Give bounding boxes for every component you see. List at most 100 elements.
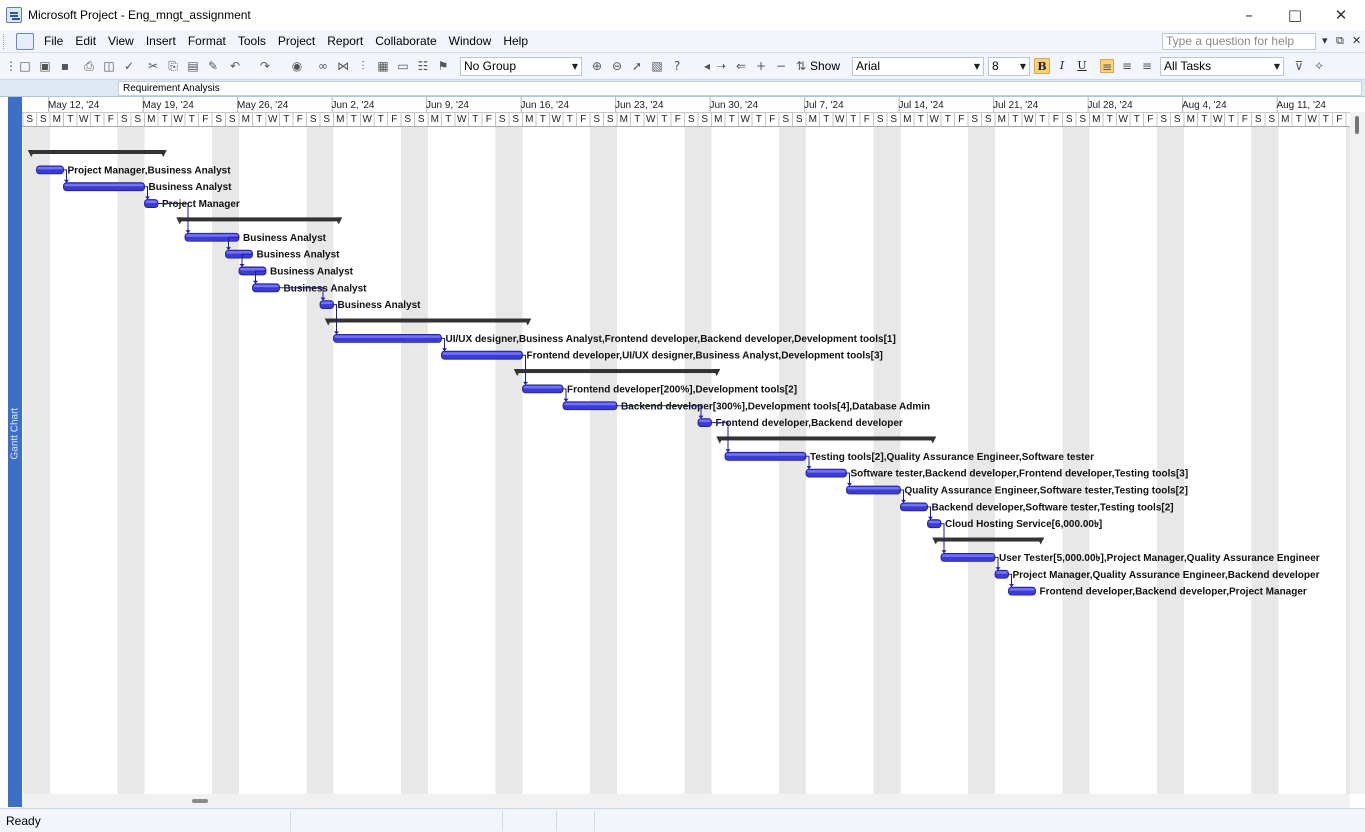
day-letter: M xyxy=(903,114,912,125)
paste-icon[interactable]: ▤ xyxy=(186,59,200,73)
summary-bar xyxy=(934,537,1043,542)
nonworking-day-shade xyxy=(225,127,239,794)
summary-bar xyxy=(515,369,719,374)
menu-help[interactable]: Help xyxy=(497,34,534,48)
copy-picture-icon[interactable]: ▧ xyxy=(650,59,664,73)
open-icon[interactable]: ▣ xyxy=(38,59,52,73)
show-menu[interactable]: Show xyxy=(810,59,840,73)
help-search-input[interactable]: Type a question for help xyxy=(1162,33,1316,50)
day-letter: F xyxy=(485,114,492,125)
print-icon[interactable]: ⎙ xyxy=(82,59,96,73)
split-task-icon[interactable]: ⫶ xyxy=(356,59,370,73)
day-letter: T xyxy=(850,114,857,125)
menu-format[interactable]: Format xyxy=(182,34,232,48)
align-left-icon[interactable]: ≡ xyxy=(1100,59,1114,74)
close-doc-icon[interactable]: ✕ xyxy=(1352,34,1361,47)
task-resource-label: Project Manager xyxy=(162,199,240,210)
group-by-select[interactable]: No Group ▼ xyxy=(460,57,582,76)
day-letter: F xyxy=(202,114,209,125)
redo-icon[interactable]: ↷ xyxy=(258,59,272,73)
font-size-select[interactable]: 8 ▼ xyxy=(988,57,1030,76)
dependency-arrow xyxy=(847,483,852,486)
day-letter: F xyxy=(769,114,776,125)
outdent-icon[interactable]: ⇐ xyxy=(734,59,748,73)
day-letter: M xyxy=(997,114,1006,125)
day-letter: T xyxy=(445,114,452,125)
day-letter: T xyxy=(944,114,951,125)
show-icon[interactable]: ⇅ xyxy=(794,59,808,73)
group-by-value: No Group xyxy=(464,59,517,73)
bold-button[interactable]: B xyxy=(1034,58,1050,74)
horizontal-scrollbar[interactable] xyxy=(22,794,1350,808)
indent-icon[interactable]: ➝ xyxy=(714,59,728,73)
autofilter-icon[interactable]: ⊽ xyxy=(1292,59,1306,73)
publish-icon[interactable]: ⚑ xyxy=(436,59,450,73)
nonworking-day-shade xyxy=(23,127,37,794)
gantt-canvas[interactable]: Project Manager,Business Analyst Business… xyxy=(22,97,1350,794)
menu-window[interactable]: Window xyxy=(443,34,498,48)
unlink-tasks-icon[interactable]: ⋈ xyxy=(336,59,350,73)
day-letter: W xyxy=(1307,114,1317,125)
nonworking-day-shade xyxy=(1170,127,1184,794)
zoom-out-icon[interactable]: ⊖ xyxy=(610,59,624,73)
copy-icon[interactable]: ⎘ xyxy=(166,59,180,73)
spelling-icon[interactable]: ✓ xyxy=(122,59,136,73)
hyperlink-icon[interactable]: ◉ xyxy=(290,59,304,73)
horizontal-scroll-thumb[interactable] xyxy=(192,799,208,803)
maximize-button[interactable]: □ xyxy=(1272,0,1318,30)
menu-edit[interactable]: Edit xyxy=(69,34,102,48)
underline-button[interactable]: U xyxy=(1074,58,1090,74)
task-info-icon[interactable]: ▦ xyxy=(376,59,390,73)
scroll-to-task-icon[interactable]: ➚ xyxy=(630,59,644,73)
cut-icon[interactable]: ✂ xyxy=(146,59,160,73)
scroll-left-icon[interactable]: ◂ xyxy=(700,59,714,73)
save-icon[interactable]: ▪ xyxy=(58,59,72,73)
view-bar[interactable]: Gantt Chart xyxy=(8,97,22,807)
document-icon[interactable] xyxy=(16,33,34,50)
help-icon[interactable]: ? xyxy=(670,59,684,73)
minimize-button[interactable]: – xyxy=(1226,0,1272,30)
assign-resources-icon[interactable]: ☷ xyxy=(416,59,430,73)
dependency-arrow xyxy=(806,466,812,470)
day-letter: F xyxy=(1052,114,1059,125)
show-subtasks-icon[interactable]: + xyxy=(754,59,768,73)
menu-tools[interactable]: Tools xyxy=(232,34,272,48)
menu-project[interactable]: Project xyxy=(272,34,321,48)
align-center-icon[interactable]: ≡ xyxy=(1120,59,1134,73)
menu-report[interactable]: Report xyxy=(321,34,369,48)
nonworking-day-shade xyxy=(306,127,320,794)
project-app-icon[interactable] xyxy=(6,7,22,23)
print-preview-icon[interactable]: ◫ xyxy=(102,59,116,73)
close-button[interactable]: ✕ xyxy=(1318,0,1364,30)
link-tasks-icon[interactable]: ∞ xyxy=(316,59,330,73)
restore-doc-icon[interactable]: ⧉ xyxy=(1336,34,1344,48)
menu-view[interactable]: View xyxy=(102,34,140,48)
align-right-icon[interactable]: ≡ xyxy=(1140,59,1154,73)
task-bar-highlight xyxy=(240,267,265,271)
gantt-wizard-icon[interactable]: ✧ xyxy=(1312,59,1326,73)
format-painter-icon[interactable]: ✎ xyxy=(206,59,220,73)
day-letter: T xyxy=(661,114,668,125)
font-select[interactable]: Arial ▼ xyxy=(852,57,984,76)
hide-subtasks-icon[interactable]: − xyxy=(774,59,788,73)
vertical-scrollbar[interactable] xyxy=(1350,112,1365,794)
zoom-in-icon[interactable]: ⊕ xyxy=(590,59,604,73)
task-bar-highlight xyxy=(928,520,940,524)
day-letter: S xyxy=(26,114,34,125)
menu-collaborate[interactable]: Collaborate xyxy=(369,34,442,48)
gantt-chart[interactable]: Project Manager,Business Analyst Business… xyxy=(22,97,1350,794)
undo-icon[interactable]: ↶ xyxy=(228,59,242,73)
nonworking-day-shade xyxy=(684,127,698,794)
task-notes-icon[interactable]: ▭ xyxy=(396,59,410,73)
italic-button[interactable]: I xyxy=(1054,58,1070,74)
vertical-scroll-thumb[interactable] xyxy=(1355,116,1359,134)
day-letter: T xyxy=(1295,114,1302,125)
entry-field[interactable]: Requirement Analysis xyxy=(118,81,1362,96)
new-icon[interactable]: □ xyxy=(18,59,32,73)
menu-file[interactable]: File xyxy=(38,34,69,48)
dependency-arrow xyxy=(64,179,69,183)
day-letter: F xyxy=(391,114,398,125)
menu-insert[interactable]: Insert xyxy=(140,34,182,48)
filter-select[interactable]: All Tasks ▼ xyxy=(1160,57,1284,76)
help-dropdown-icon[interactable]: ▾ xyxy=(1322,34,1328,47)
